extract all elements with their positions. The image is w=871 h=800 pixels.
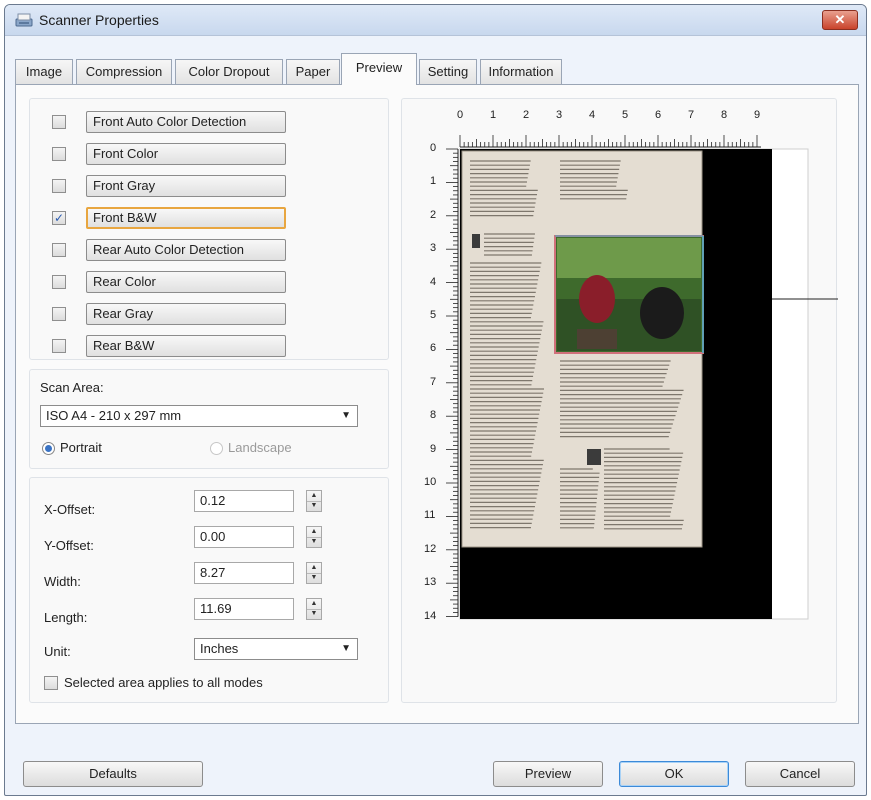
chevron-down-icon: ▼ — [341, 643, 351, 654]
cancel-button[interactable]: Cancel — [745, 761, 855, 787]
length-spinner[interactable]: ▲ ▼ — [306, 598, 322, 620]
front-auto-color-checkbox[interactable] — [52, 115, 66, 129]
portrait-radio[interactable] — [42, 442, 55, 455]
tab-preview[interactable]: Preview — [341, 53, 417, 85]
landscape-radio[interactable] — [210, 442, 223, 455]
ok-button[interactable]: OK — [619, 761, 729, 787]
spin-down-icon[interactable]: ▼ — [307, 501, 321, 511]
y-offset-label: Y-Offset: — [44, 538, 94, 553]
front-gray-checkbox[interactable] — [52, 179, 66, 193]
front-bw-checkbox[interactable]: ✓ — [52, 211, 66, 225]
scan-area-group: Scan Area: ISO A4 - 210 x 297 mm ▼ Portr… — [29, 369, 389, 469]
apply-all-checkbox[interactable] — [44, 676, 58, 690]
front-color-button[interactable]: Front Color — [86, 143, 286, 165]
ruler-x-ticks — [459, 135, 761, 148]
unit-label: Unit: — [44, 644, 71, 659]
chevron-down-icon: ▼ — [341, 410, 351, 421]
front-color-checkbox[interactable] — [52, 147, 66, 161]
y-offset-spinner[interactable]: ▲ ▼ — [306, 526, 322, 548]
width-label: Width: — [44, 574, 81, 589]
defaults-button[interactable]: Defaults — [23, 761, 203, 787]
scan-area-value: ISO A4 - 210 x 297 mm — [46, 408, 182, 423]
landscape-label: Landscape — [228, 440, 292, 455]
spin-down-icon[interactable]: ▼ — [307, 573, 321, 583]
scanner-properties-window: Scanner Properties ✕ Image Compression C… — [4, 4, 867, 796]
spin-down-icon[interactable]: ▼ — [307, 609, 321, 619]
rear-bw-button[interactable]: Rear B&W — [86, 335, 286, 357]
title-bar[interactable]: Scanner Properties ✕ — [5, 5, 866, 36]
preview-group: 0123456789 0 1 2 3 4 5 6 7 8 9 10 11 12 13 14 — [401, 98, 838, 704]
y-offset-input[interactable]: 0.00 — [194, 526, 294, 548]
window-title: Scanner Properties — [39, 12, 159, 28]
image-mode-group: Front Auto Color Detection Front Color F… — [29, 98, 389, 360]
rear-gray-button[interactable]: Rear Gray — [86, 303, 286, 325]
front-gray-button[interactable]: Front Gray — [86, 175, 286, 197]
length-label: Length: — [44, 610, 88, 625]
preview-tab-panel: Front Auto Color Detection Front Color F… — [15, 84, 859, 724]
ruler-y-ticks — [446, 148, 459, 617]
x-offset-input[interactable]: 0.12 — [194, 490, 294, 512]
unit-select[interactable]: Inches ▼ — [194, 638, 358, 660]
tab-color-dropout[interactable]: Color Dropout — [175, 59, 283, 84]
length-input[interactable]: 11.69 — [194, 598, 294, 620]
width-spinner[interactable]: ▲ ▼ — [306, 562, 322, 584]
preview-button[interactable]: Preview — [493, 761, 603, 787]
unit-value: Inches — [200, 641, 239, 656]
x-offset-spinner[interactable]: ▲ ▼ — [306, 490, 322, 512]
width-input[interactable]: 8.27 — [194, 562, 294, 584]
tab-compression[interactable]: Compression — [76, 59, 172, 84]
x-offset-label: X-Offset: — [44, 502, 96, 517]
tab-image[interactable]: Image — [15, 59, 73, 84]
scan-area-select[interactable]: ISO A4 - 210 x 297 mm ▼ — [40, 405, 358, 427]
preview-canvas[interactable] — [402, 99, 838, 704]
portrait-label: Portrait — [60, 440, 102, 455]
scanned-document-preview — [461, 150, 704, 548]
rear-auto-color-button[interactable]: Rear Auto Color Detection — [86, 239, 286, 261]
dimensions-group: X-Offset: 0.12 ▲ ▼ Y-Offset: 0.00 ▲ ▼ Widt… — [29, 477, 389, 703]
spin-down-icon[interactable]: ▼ — [307, 537, 321, 547]
front-bw-button[interactable]: Front B&W — [86, 207, 286, 229]
scan-area-label: Scan Area: — [40, 380, 104, 395]
rear-gray-checkbox[interactable] — [52, 307, 66, 321]
tab-information[interactable]: Information — [480, 59, 562, 84]
tab-paper[interactable]: Paper — [286, 59, 340, 84]
rear-bw-checkbox[interactable] — [52, 339, 66, 353]
photo-figure — [579, 275, 615, 323]
rear-auto-color-checkbox[interactable] — [52, 243, 66, 257]
tab-setting[interactable]: Setting — [419, 59, 477, 84]
rear-color-checkbox[interactable] — [52, 275, 66, 289]
front-auto-color-button[interactable]: Front Auto Color Detection — [86, 111, 286, 133]
close-button[interactable]: ✕ — [822, 10, 858, 30]
close-icon: ✕ — [834, 12, 846, 27]
scanner-icon — [15, 13, 33, 27]
rear-color-button[interactable]: Rear Color — [86, 271, 286, 293]
apply-all-label: Selected area applies to all modes — [64, 675, 263, 690]
